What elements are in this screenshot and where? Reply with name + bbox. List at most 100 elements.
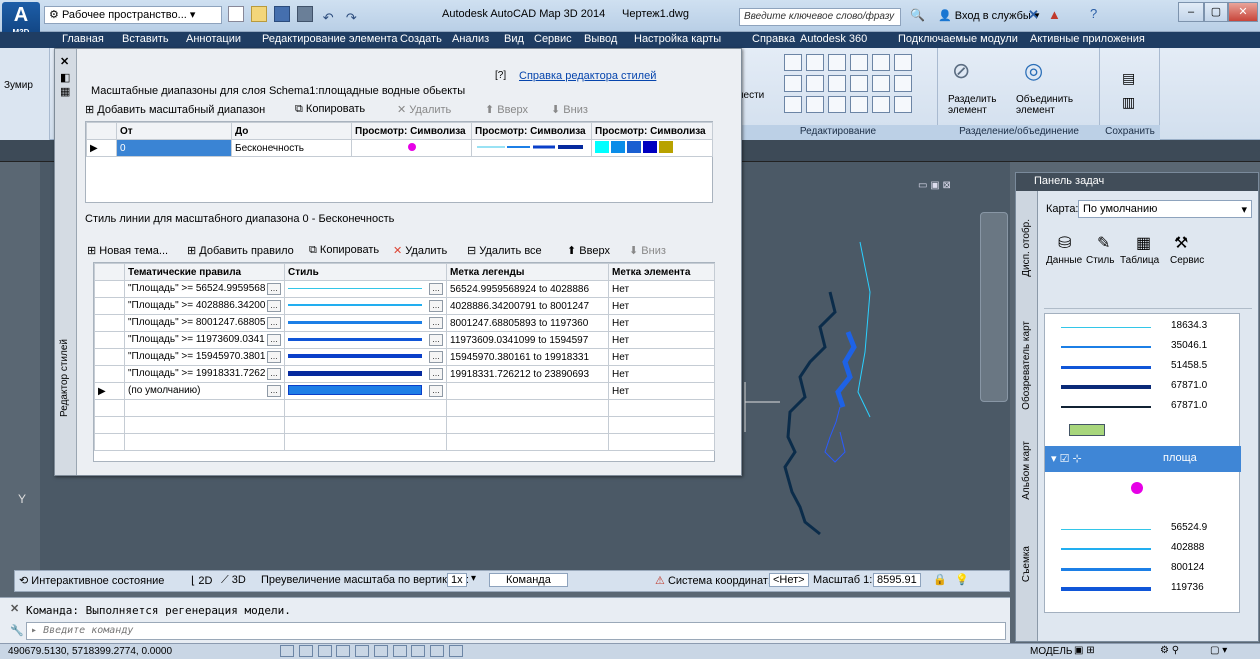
legend-label-cell[interactable]: 56524.9959568924 to 4028886 (446, 280, 609, 298)
theme-rule-row[interactable]: ▶ (по умолчанию) … … Нет (94, 382, 715, 400)
menu-item[interactable]: Справка (752, 33, 795, 45)
menu-item[interactable]: Подключаемые модули (898, 33, 1018, 45)
feature-label-cell[interactable]: Нет (608, 280, 715, 298)
interactive-state-button[interactable]: ⟲ Интерактивное состояние (19, 574, 164, 587)
print-icon[interactable] (297, 6, 314, 22)
save-edits-icon[interactable]: ▤ (1122, 70, 1135, 87)
search-input[interactable]: Введите ключевое слово/фразу (739, 8, 901, 26)
edit-tool-icon[interactable] (872, 54, 890, 71)
legend-line-item[interactable]: 67871.0 (1061, 380, 1239, 394)
workspace-dropdown[interactable]: ⚙ Рабочее пространство... ▾ (44, 6, 222, 24)
edit-tool-icon[interactable] (894, 96, 912, 113)
line-preview[interactable] (471, 139, 592, 157)
theme-rule-cell[interactable]: "Площадь" >= 56524.9959568 … (124, 280, 285, 298)
add-rule-button[interactable]: ⊞ Добавить правило (187, 244, 294, 257)
area-preview[interactable] (591, 139, 713, 157)
move-up-rule-button[interactable]: ⬆ Вверх (567, 244, 610, 257)
column-header-preview-point[interactable]: Просмотр: Символиза (351, 122, 472, 140)
edit-tool-icon[interactable] (784, 75, 802, 92)
table-tool-label[interactable]: Таблица (1120, 255, 1159, 266)
tab-map-explorer[interactable]: Обозреватель карт (1021, 321, 1032, 410)
edit-panel-title[interactable]: Редактирование (738, 125, 938, 140)
lightbulb-icon[interactable]: 💡 (955, 573, 969, 586)
help-icon[interactable]: ? (1090, 6, 1097, 21)
edit-style-button[interactable]: … (429, 334, 443, 346)
row-selector[interactable] (94, 314, 125, 332)
style-editor-dialog[interactable]: ✕ ◧ ▦ Редактор стилей [?] Справка редакт… (54, 48, 742, 476)
edit-tool-icon[interactable] (784, 96, 802, 113)
theme-rule-cell[interactable]: "Площадь" >= 4028886.34200 … (124, 297, 285, 315)
legend-line-item[interactable]: 18634.3 (1061, 320, 1239, 334)
column-header-from[interactable]: От (116, 122, 232, 140)
edit-tool-icon[interactable] (828, 75, 846, 92)
scale-range-row[interactable]: ▶ 0 Бесконечность (86, 139, 713, 157)
scale-value[interactable]: 8595.91 (873, 573, 921, 587)
theme-rule-cell[interactable]: "Площадь" >= 8001247.68805 … (124, 314, 285, 332)
edit-tool-icon[interactable] (784, 54, 802, 71)
style-cell[interactable]: … (284, 365, 447, 383)
viewport-controls[interactable]: ▭ ▣ ⊠ (918, 180, 951, 191)
osnap-toggle[interactable] (355, 645, 370, 657)
layout-icons[interactable]: ▣ ⊞ (1074, 645, 1095, 656)
menu-item[interactable]: Анализ (452, 33, 489, 45)
edit-tool-icon[interactable] (850, 96, 868, 113)
range-to-cell[interactable]: Бесконечность (231, 139, 352, 157)
otrack-toggle[interactable] (373, 645, 388, 657)
save-icon[interactable] (274, 6, 291, 22)
edit-rule-button[interactable]: … (267, 317, 281, 329)
feature-label-cell[interactable]: Нет (608, 365, 715, 383)
theme-rule-row[interactable]: "Площадь" >= 11973609.0341 … … 11973609.0… (94, 331, 715, 349)
style-icon[interactable]: ✎ (1097, 233, 1110, 253)
edit-tool-icon[interactable] (850, 75, 868, 92)
close-icon[interactable]: ✕ (10, 602, 19, 615)
binoculars-icon[interactable]: 🔍 (910, 8, 925, 22)
edit-rule-button[interactable]: … (267, 334, 281, 346)
menu-item[interactable]: Сервис (534, 33, 572, 45)
menu-item[interactable]: Вывод (584, 33, 617, 45)
edit-rule-button[interactable]: … (267, 368, 281, 380)
style-cell[interactable]: … (284, 314, 447, 332)
snap-toggle[interactable] (280, 645, 294, 657)
edit-rule-button[interactable]: … (267, 283, 281, 295)
feature-label-cell[interactable]: Нет (608, 382, 715, 400)
edit-tool-icon[interactable] (850, 54, 868, 71)
new-theme-button[interactable]: ⊞ Новая тема... (87, 244, 168, 257)
edit-style-button[interactable]: … (429, 385, 443, 397)
wrench-icon[interactable]: 🔧 (10, 624, 24, 637)
auto-hide-icon[interactable]: ◧ (60, 71, 70, 84)
legend-label-cell[interactable]: 15945970.380161 to 19918331 (446, 348, 609, 366)
style-editor-help-link[interactable]: Справка редактора стилей (519, 70, 656, 82)
minimize-button[interactable]: – (1178, 2, 1204, 22)
legend-line-item[interactable]: 402888 (1061, 542, 1239, 556)
move-down-rule-button[interactable]: ⬇ Вниз (629, 244, 666, 257)
merge-button[interactable]: Объединить элемент (1016, 94, 1086, 116)
legend-line-item[interactable]: 800124 (1061, 562, 1239, 576)
undo-icon[interactable]: ↶ (320, 11, 336, 27)
theme-rule-cell[interactable]: "Площадь" >= 11973609.0341 … (124, 331, 285, 349)
theme-rule-cell[interactable]: "Площадь" >= 15945970.3801 … (124, 348, 285, 366)
legend-line-item[interactable]: 51458.5 (1061, 360, 1239, 374)
menu-item[interactable]: Вид (504, 33, 524, 45)
theme-rule-row[interactable]: "Площадь" >= 19918331.7262 … … 19918331.7… (94, 365, 715, 383)
menu-item[interactable]: Главная (62, 33, 104, 45)
lineweight-toggle[interactable] (430, 645, 445, 657)
edit-style-button[interactable]: … (429, 300, 443, 312)
expand-icon[interactable]: ▾ (1051, 453, 1057, 465)
open-icon[interactable] (251, 6, 268, 22)
tab-map-book[interactable]: Альбом карт (1021, 441, 1032, 500)
model-space-button[interactable]: МОДЕЛЬ (1030, 646, 1072, 657)
theme-rule-row[interactable]: "Площадь" >= 15945970.3801 … … 15945970.3… (94, 348, 715, 366)
range-from-cell[interactable]: 0 (116, 139, 232, 157)
theme-rule-cell[interactable]: "Площадь" >= 19918331.7262 … (124, 365, 285, 383)
style-cell[interactable]: … (284, 297, 447, 315)
legend-label-cell[interactable]: 19918331.726212 to 23890693 (446, 365, 609, 383)
merge-icon[interactable]: ◎ (1024, 58, 1043, 84)
zoom-label[interactable]: Зумир (4, 80, 33, 91)
legend-line-item[interactable]: 67871.0 (1061, 400, 1239, 414)
edit-style-button[interactable]: … (429, 283, 443, 295)
row-selector[interactable] (94, 331, 125, 349)
delete-all-button[interactable]: ⊟ Удалить все (467, 244, 542, 257)
help-icon[interactable]: [?] (495, 70, 506, 81)
command-button[interactable]: Команда (489, 573, 568, 587)
legend-label-cell[interactable] (446, 382, 609, 400)
